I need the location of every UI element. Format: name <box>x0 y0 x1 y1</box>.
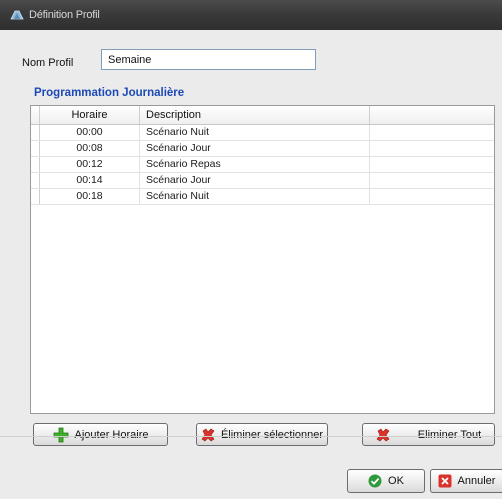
table-row[interactable]: 00:08 Scénario Jour <box>31 141 494 157</box>
cell-description: Scénario Nuit <box>140 125 370 140</box>
cell-description: Scénario Jour <box>140 173 370 188</box>
table-row[interactable]: 00:14 Scénario Jour <box>31 173 494 189</box>
cell-time: 00:08 <box>40 141 140 156</box>
cell-description: Scénario Jour <box>140 141 370 156</box>
row-selector[interactable] <box>31 173 40 188</box>
column-header-description[interactable]: Description <box>140 106 370 124</box>
column-header-time[interactable]: Horaire <box>40 106 140 124</box>
cell-time: 00:00 <box>40 125 140 140</box>
cell-time: 00:14 <box>40 173 140 188</box>
plus-icon <box>53 427 68 442</box>
remove-all-label: Eliminer Tout <box>417 428 482 441</box>
cancel-label: Annuler <box>457 475 496 487</box>
table-row[interactable]: 00:18 Scénario Nuit <box>31 189 494 205</box>
ok-label: OK <box>388 475 404 487</box>
green-check-icon <box>368 474 382 488</box>
ok-button[interactable]: OK <box>347 469 425 493</box>
row-selector-header <box>31 106 40 124</box>
remove-selected-label: Éliminer sélectionner <box>220 428 324 441</box>
remove-selected-button[interactable]: Éliminer sélectionner <box>196 423 328 446</box>
red-x-icon <box>201 428 215 441</box>
cell-description: Scénario Nuit <box>140 189 370 204</box>
cell-time: 00:18 <box>40 189 140 204</box>
row-selector[interactable] <box>31 189 40 204</box>
cancel-button[interactable]: Annuler <box>430 469 502 493</box>
cell-description: Scénario Repas <box>140 157 370 172</box>
title-bar[interactable]: Définition Profil <box>0 0 502 30</box>
add-time-button[interactable]: Ajouter Horaire <box>33 423 168 446</box>
row-selector[interactable] <box>31 125 40 140</box>
section-title: Programmation Journalière <box>34 87 185 99</box>
add-time-label: Ajouter Horaire <box>74 428 149 441</box>
remove-all-button[interactable]: Eliminer Tout <box>362 423 495 446</box>
footer-separator <box>0 436 502 437</box>
window-title: Définition Profil <box>29 9 100 21</box>
red-close-icon <box>438 474 452 488</box>
row-selector[interactable] <box>31 141 40 156</box>
profile-name-input[interactable] <box>101 49 316 70</box>
table-row[interactable]: 00:00 Scénario Nuit <box>31 125 494 141</box>
table-header: Horaire Description <box>31 106 494 125</box>
schedule-table[interactable]: Horaire Description 00:00 Scénario Nuit … <box>30 105 495 414</box>
profile-name-label: Nom Profil <box>22 57 74 69</box>
red-x-icon <box>376 428 390 441</box>
row-selector[interactable] <box>31 157 40 172</box>
profile-app-icon <box>10 10 24 20</box>
profile-definition-window: Définition Profil Nom Profil Programmati… <box>0 0 502 499</box>
table-row[interactable]: 00:12 Scénario Repas <box>31 157 494 173</box>
cell-time: 00:12 <box>40 157 140 172</box>
